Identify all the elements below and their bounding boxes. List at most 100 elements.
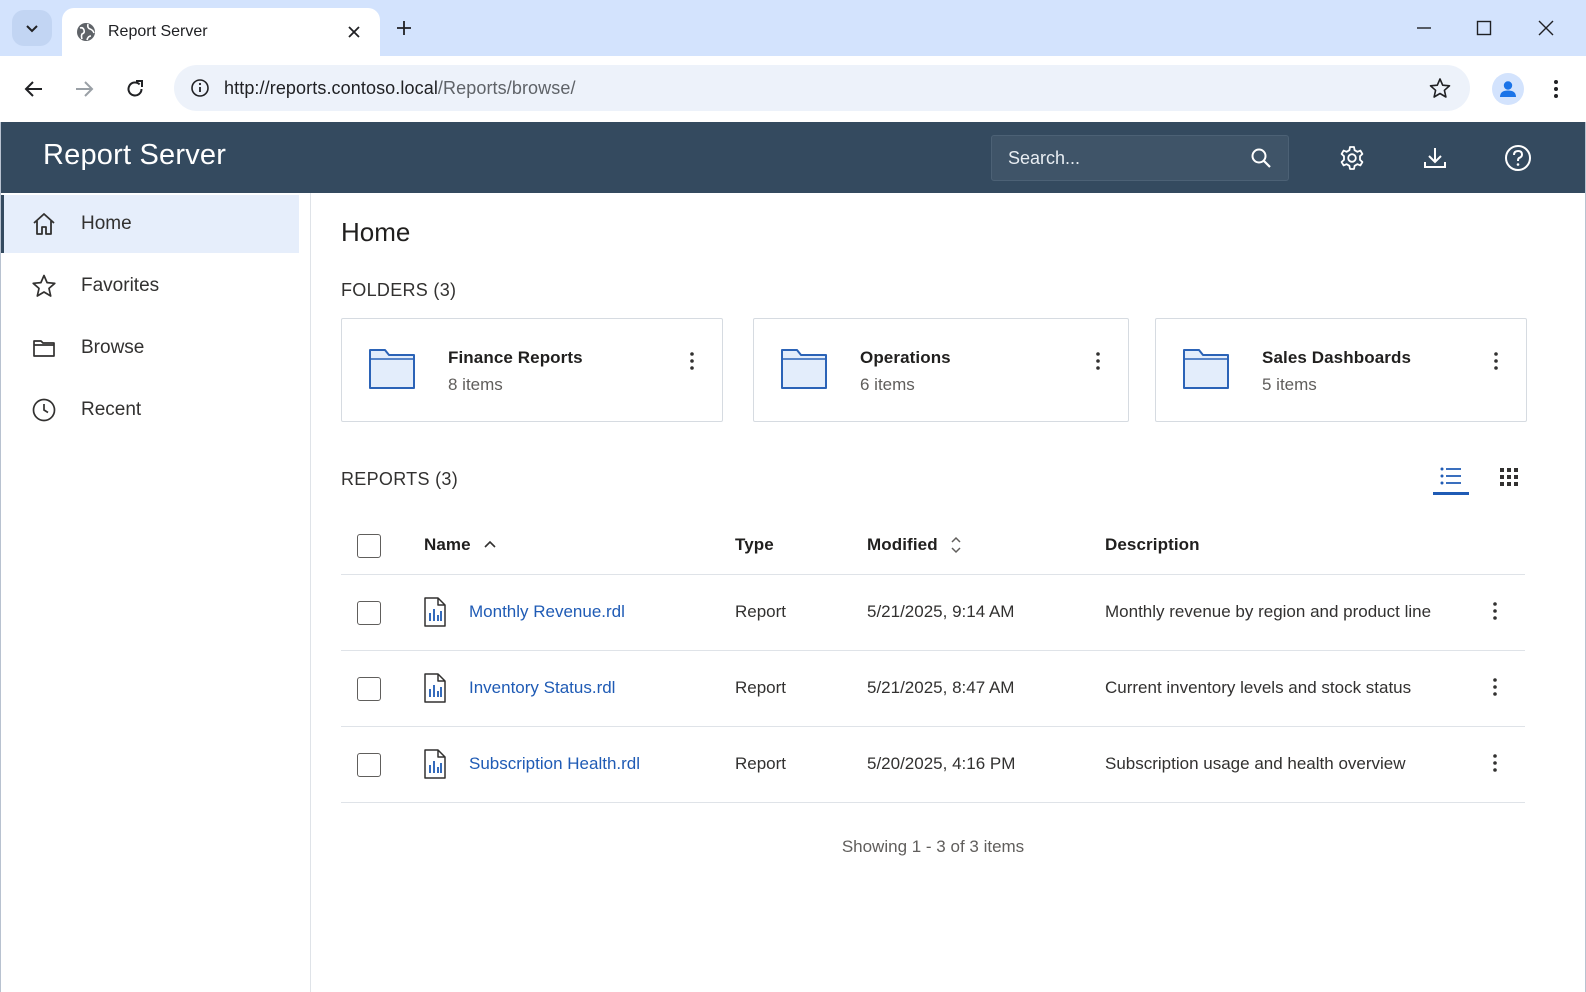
star-icon — [32, 274, 56, 297]
browser-menu-button[interactable] — [1540, 73, 1572, 105]
folder-icon — [1183, 349, 1229, 389]
more-vertical-icon — [1493, 678, 1497, 696]
folder-menu-button[interactable] — [1488, 349, 1504, 373]
folder-card[interactable]: Sales Dashboards 5 items — [1155, 318, 1527, 422]
sidebar-item-favorites[interactable]: Favorites — [1, 257, 299, 315]
row-checkbox[interactable] — [357, 677, 381, 701]
help-icon — [1505, 145, 1531, 171]
sort-toggle-icon[interactable] — [950, 535, 962, 555]
row-checkbox[interactable] — [357, 753, 381, 777]
browser-toolbar: http://reports.contoso.local/Reports/bro… — [0, 56, 1586, 122]
report-description: Monthly revenue by region and product li… — [1105, 602, 1432, 621]
table-row[interactable]: Monthly Revenue.rdl Report 5/21/2025, 9:… — [341, 575, 1525, 651]
column-header-type[interactable]: Type — [735, 535, 774, 555]
row-checkbox[interactable] — [357, 601, 381, 625]
folder-name[interactable]: Finance Reports — [448, 348, 583, 368]
row-menu-button[interactable] — [1485, 673, 1505, 701]
pagination-status: Showing 1 - 3 of 3 items — [841, 837, 1025, 856]
sidebar-item-label: Recent — [81, 399, 142, 420]
browser-tab[interactable]: Report Server — [62, 8, 380, 56]
report-file-icon — [424, 597, 446, 627]
row-menu-button[interactable] — [1485, 597, 1505, 625]
sidebar-nav: Home Favorites Browse Recent — [1, 193, 311, 992]
report-description: Current inventory levels and stock statu… — [1105, 678, 1412, 697]
report-name-link[interactable]: Inventory Status.rdl — [469, 678, 615, 698]
settings-button[interactable] — [1335, 141, 1369, 175]
profile-button[interactable] — [1492, 73, 1524, 105]
report-name-link[interactable]: Monthly Revenue.rdl — [469, 602, 625, 622]
main-content: Home FOLDERS (3) Finance Reports 8 items… — [311, 193, 1585, 992]
report-file-icon — [424, 749, 446, 779]
column-header-name[interactable]: Name — [424, 535, 471, 555]
home-icon — [33, 213, 55, 235]
column-header-modified[interactable]: Modified — [867, 535, 938, 555]
search-input[interactable]: Search... — [991, 135, 1289, 181]
sidebar-item-browse[interactable]: Browse — [1, 319, 299, 377]
address-bar[interactable]: http://reports.contoso.local/Reports/bro… — [174, 65, 1470, 111]
report-modified: 5/21/2025, 9:14 AM — [867, 602, 1015, 621]
folder-menu-button[interactable] — [684, 349, 700, 373]
report-name-link[interactable]: Subscription Health.rdl — [469, 754, 640, 774]
more-vertical-icon — [1493, 602, 1497, 620]
list-view-icon — [1440, 467, 1461, 484]
sort-ascending-icon[interactable] — [483, 539, 497, 549]
maximize-button[interactable] — [1472, 16, 1496, 40]
folder-item-count: 6 items — [860, 375, 915, 394]
close-window-button[interactable] — [1534, 16, 1558, 40]
folder-name[interactable]: Sales Dashboards — [1262, 348, 1411, 368]
search-placeholder: Search... — [1008, 147, 1081, 168]
download-icon — [1424, 148, 1446, 168]
folders-section-title: FOLDERS (3) — [341, 280, 457, 300]
sidebar-item-home[interactable]: Home — [1, 195, 299, 253]
download-button[interactable] — [1418, 141, 1452, 175]
report-modified: 5/21/2025, 8:47 AM — [867, 678, 1015, 697]
close-tab-button[interactable] — [342, 20, 366, 44]
list-view-button[interactable] — [1433, 459, 1469, 495]
app-title[interactable]: Report Server — [43, 139, 226, 172]
table-header-row: Name Type Modified Description — [341, 515, 1525, 575]
row-menu-button[interactable] — [1485, 749, 1505, 777]
report-type: Report — [735, 678, 787, 697]
back-button[interactable] — [18, 73, 50, 105]
report-description: Subscription usage and health overview — [1105, 754, 1406, 773]
forward-button[interactable] — [68, 73, 100, 105]
report-file-icon — [424, 673, 446, 703]
reload-button[interactable] — [119, 73, 151, 105]
more-vertical-icon — [690, 352, 694, 370]
plus-icon — [397, 21, 411, 35]
reload-icon — [127, 80, 143, 97]
grid-view-icon — [1500, 468, 1518, 486]
report-server-app: Report Server Search... Home Favorites B… — [0, 122, 1586, 992]
folder-card[interactable]: Finance Reports 8 items — [341, 318, 723, 422]
table-row[interactable]: Inventory Status.rdl Report 5/21/2025, 8… — [341, 651, 1525, 727]
site-info-icon[interactable] — [190, 78, 210, 98]
tab-search-button[interactable] — [12, 10, 52, 46]
table-row[interactable]: Subscription Health.rdl Report 5/20/2025… — [341, 727, 1525, 803]
globe-icon — [77, 23, 95, 41]
url-host: http://reports.contoso.local — [224, 77, 438, 98]
folder-item-count: 5 items — [1262, 375, 1317, 394]
sidebar-item-recent[interactable]: Recent — [1, 381, 299, 439]
sidebar-item-label: Browse — [81, 337, 145, 358]
more-vertical-icon — [1096, 352, 1100, 370]
folder-card[interactable]: Operations 6 items — [753, 318, 1129, 422]
page-title: Home — [341, 217, 411, 247]
help-button[interactable] — [1501, 141, 1535, 175]
folder-menu-button[interactable] — [1090, 349, 1106, 373]
bookmark-button[interactable] — [1426, 74, 1454, 102]
url-text[interactable]: http://reports.contoso.local/Reports/bro… — [224, 78, 1426, 99]
app-header: Report Server Search... — [1, 122, 1585, 193]
browser-tabstrip: Report Server — [0, 0, 1586, 56]
folder-icon — [781, 349, 827, 389]
close-icon — [1538, 20, 1554, 36]
report-type: Report — [735, 754, 787, 773]
arrow-left-icon — [24, 81, 42, 97]
grid-view-button[interactable] — [1491, 459, 1527, 495]
folder-item-count: 8 items — [448, 375, 503, 394]
folder-name[interactable]: Operations — [860, 348, 951, 368]
new-tab-button[interactable] — [392, 16, 416, 40]
report-modified: 5/20/2025, 4:16 PM — [867, 754, 1016, 773]
select-all-checkbox[interactable] — [357, 534, 381, 558]
minimize-button[interactable] — [1412, 16, 1436, 40]
search-icon[interactable] — [1250, 147, 1272, 169]
